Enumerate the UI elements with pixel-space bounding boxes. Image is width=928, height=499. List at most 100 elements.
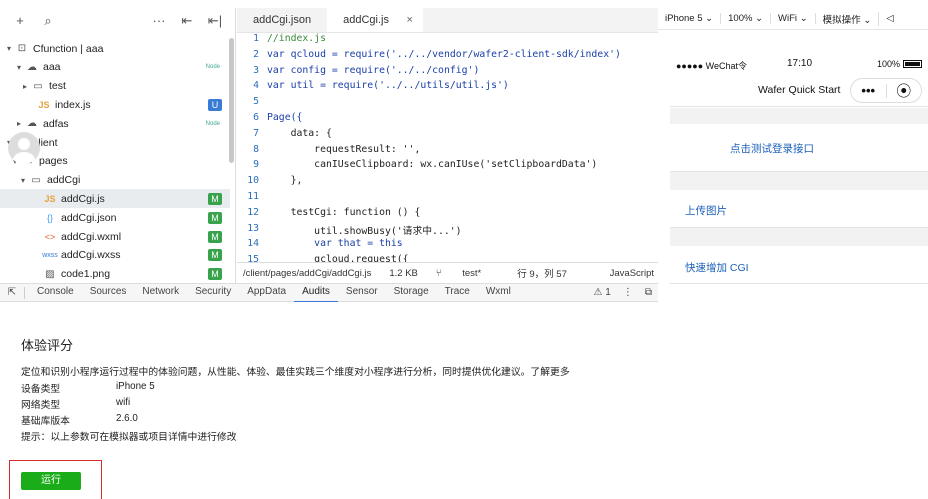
file-tree-scrollbar[interactable] — [229, 38, 234, 163]
tab-addcgi-js[interactable]: addCgi.js × — [327, 8, 423, 32]
devtools-tab-console[interactable]: Console — [29, 283, 82, 303]
editor-status-bar: /client/pages/addCgi/addCgi.js 1.2 KB ⑂ … — [237, 262, 658, 283]
tree-item-label: pages — [39, 155, 68, 168]
code-line: 6 Page({ — [237, 112, 658, 128]
audit-network-row: 网络类型 wifi — [21, 397, 130, 411]
devtools-tab-trace[interactable]: Trace — [437, 283, 478, 303]
chevron-down-icon: ⌄ — [799, 13, 808, 24]
line-number: 7 — [253, 127, 259, 139]
editor-tabs: addCgi.json addCgi.js × — [237, 8, 658, 33]
code-text: requestResult: '', — [267, 143, 421, 155]
inspect-icon[interactable]: ⇱ — [0, 287, 20, 298]
dock-icon[interactable]: ⧉ — [639, 287, 658, 298]
tree-item[interactable]: JS index.js U — [0, 95, 230, 114]
tree-item[interactable]: ▾ ▭ addCgi — [0, 171, 230, 190]
menu-capsule: ••• ⦿ — [850, 78, 922, 103]
add-icon[interactable]: + — [6, 13, 34, 28]
close-icon[interactable]: × — [407, 8, 413, 33]
chevron-right-icon[interactable]: ▸ — [20, 82, 30, 91]
tree-item-label: addCgi.wxml — [61, 230, 122, 243]
tab-label: addCgi.json — [253, 14, 312, 26]
run-button[interactable]: 运行 — [21, 472, 81, 490]
collapse-icon[interactable]: ⇤| — [201, 13, 229, 29]
section-gap — [670, 172, 928, 190]
code-line: 10 }, — [237, 175, 658, 191]
code-text: }, — [267, 175, 303, 187]
upload-image-link[interactable]: 上传图片 — [685, 203, 727, 218]
tab-addcgi-json[interactable]: addCgi.json — [237, 8, 327, 32]
tree-item[interactable]: {} addCgi.json M — [0, 208, 230, 227]
chevron-down-icon[interactable]: ▾ — [4, 44, 14, 53]
code-editor: addCgi.json addCgi.js × 1 //index.js 2 var q… — [237, 8, 658, 283]
code-text: canIUseClipboard: wx.canIUse('setClipboa… — [267, 159, 598, 171]
line-number: 9 — [253, 159, 259, 171]
home-icon[interactable]: ⦿ — [886, 80, 921, 101]
page-title: Wafer Quick Start — [758, 84, 841, 96]
cursor-position[interactable]: 行 9，列 57 — [517, 266, 567, 280]
tree-item[interactable]: ▾ ☁ aaa Node — [0, 58, 230, 77]
device-select[interactable]: iPhone 5 ⌄ — [658, 13, 722, 24]
devtools-tab-audits[interactable]: Audits — [294, 283, 338, 303]
more-icon[interactable]: ••• — [851, 84, 886, 97]
chevron-down-icon: ⌄ — [863, 14, 872, 26]
file-icon: JS — [38, 99, 50, 110]
language-mode[interactable]: JavaScript — [610, 268, 654, 279]
audit-lib-row: 基础库版本 2.6.0 — [21, 413, 138, 427]
runtime-tag: Node — [205, 120, 220, 127]
device-value: iPhone 5 — [665, 13, 703, 24]
mute-icon[interactable]: ◁ — [879, 13, 900, 24]
tree-item[interactable]: ▾ ⊡ Cfunction | aaa — [0, 39, 230, 58]
code-line: 2 var qcloud = require('../../vendor/wafe… — [237, 49, 658, 65]
tree-item-label: addCgi.wxss — [61, 249, 121, 262]
sort-icon[interactable]: ⇤ — [173, 13, 201, 29]
code-text: var that = this — [267, 238, 403, 250]
search-icon[interactable]: ⌕ — [34, 13, 62, 29]
tree-item[interactable]: wxss addCgi.wxss M — [0, 246, 230, 265]
add-cgi-link[interactable]: 快速增加 CGI — [685, 260, 749, 275]
tree-item-label: adfas — [43, 117, 69, 130]
tree-item[interactable]: ▸ ☁ adfas Node — [0, 114, 230, 133]
more-icon[interactable]: ··· — [145, 13, 173, 28]
image-file-icon: ▨ — [45, 268, 55, 280]
tree-item[interactable]: <> addCgi.wxml M — [0, 227, 230, 246]
simulator-toolbar: iPhone 5 ⌄ 100% ⌄ WiFi ⌄ 模拟操作 ⌄ ◁ — [658, 8, 928, 30]
devtools-tab-network[interactable]: Network — [134, 283, 187, 303]
code-text: var util = require('../../utils/util.js'… — [267, 80, 509, 92]
line-number: 12 — [247, 206, 259, 218]
phone-navbar: Wafer Quick Start ••• ⦿ — [670, 74, 928, 107]
git-status-badge: M — [208, 211, 222, 224]
devtools-tab-sensor[interactable]: Sensor — [338, 283, 386, 303]
chevron-right-icon[interactable]: ▸ — [14, 119, 24, 128]
warning-count[interactable]: ⚠ 1 — [588, 287, 617, 298]
line-number: 10 — [247, 175, 259, 187]
git-branch[interactable]: ⑂ test* — [436, 268, 499, 279]
line-number: 5 — [253, 96, 259, 108]
code-text: var config = require('../../config') — [267, 64, 480, 76]
code-area[interactable]: 1 //index.js 2 var qcloud = require('../../… — [237, 33, 658, 265]
audit-key: 基础库版本 — [21, 416, 70, 427]
network-select[interactable]: WiFi ⌄ — [771, 13, 816, 24]
git-status-badge: U — [208, 98, 222, 111]
devtools-tab-wxml[interactable]: Wxml — [478, 283, 519, 303]
login-test-link[interactable]: 点击测试登录接口 — [730, 141, 814, 156]
audit-key: 设备类型 — [21, 384, 61, 395]
code-line: 11 — [237, 191, 658, 207]
tree-item[interactable]: JS addCgi.js M — [0, 189, 230, 209]
code-text: data: { — [267, 127, 332, 139]
zoom-select[interactable]: 100% ⌄ — [721, 13, 772, 24]
chevron-down-icon[interactable]: ▾ — [14, 63, 24, 72]
devtools-tab-appdata[interactable]: AppData — [239, 283, 294, 303]
code-line: 8 requestResult: '', — [237, 144, 658, 160]
devtools-tab-storage[interactable]: Storage — [386, 283, 437, 303]
more-vert-icon[interactable]: ⋮ — [617, 287, 639, 298]
tree-item[interactable]: ▨ code1.png M — [0, 265, 230, 284]
audit-title: 体验评分 — [21, 338, 74, 353]
devtools-tab-security[interactable]: Security — [187, 283, 239, 303]
simulate-select[interactable]: 模拟操作 ⌄ — [816, 11, 880, 26]
line-number: 14 — [247, 238, 259, 250]
devtools-tab-sources[interactable]: Sources — [82, 283, 135, 303]
avatar — [8, 132, 40, 164]
tree-item[interactable]: ▸ ▭ test — [0, 77, 230, 96]
branch-icon: ⑂ — [435, 267, 445, 279]
chevron-down-icon[interactable]: ▾ — [18, 176, 28, 185]
